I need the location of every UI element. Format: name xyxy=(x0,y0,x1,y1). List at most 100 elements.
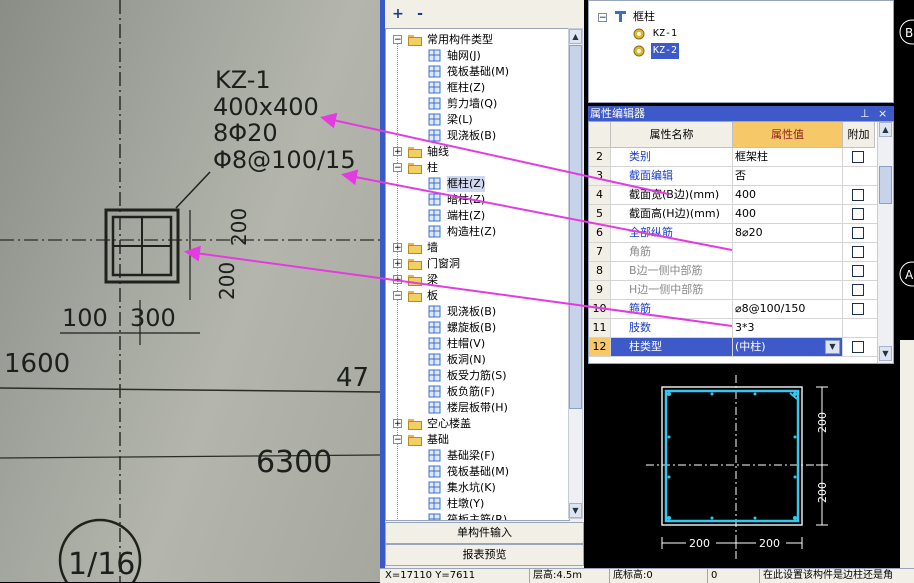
extra-checkbox[interactable] xyxy=(852,246,864,258)
grid-scroll-up-icon[interactable]: ▲ xyxy=(879,122,892,137)
expander-icon[interactable]: − xyxy=(393,35,402,45)
tree-item-label[interactable]: 梁 xyxy=(427,272,438,288)
extra-checkbox[interactable] xyxy=(852,265,864,277)
tree-item-label[interactable]: 框柱(Z) xyxy=(447,176,486,192)
property-row[interactable]: 12 柱类型 (中柱) ▼ xyxy=(589,338,877,357)
row-number: 2 xyxy=(589,148,611,166)
property-value[interactable] xyxy=(733,262,843,280)
expander-icon[interactable]: + xyxy=(393,147,402,157)
tree-item-label[interactable]: 梁(L) xyxy=(447,112,473,128)
tree-item-label[interactable]: 端柱(Z) xyxy=(447,208,485,224)
scroll-down-icon[interactable]: ▼ xyxy=(569,503,582,518)
tree-item-label[interactable]: 板 xyxy=(427,288,438,304)
tree-item-label[interactable]: 筏板基础(M) xyxy=(447,464,509,480)
extra-checkbox[interactable] xyxy=(852,284,864,296)
pin-icon[interactable]: ⊥ xyxy=(860,106,870,121)
property-value[interactable]: 否 xyxy=(733,167,843,185)
collapse-icon[interactable]: − xyxy=(598,13,607,23)
property-value[interactable] xyxy=(733,281,843,299)
photo-dim-200a: 200 xyxy=(227,208,251,246)
property-grid: 属性名称 属性值 附加 2 类别 框架柱 3 截面编辑否 4 截面宽(B边)(mm) 400 5… xyxy=(588,121,894,364)
extra-checkbox[interactable] xyxy=(852,151,864,163)
tree-item-label[interactable]: 基础 xyxy=(427,432,449,448)
tree-item-label[interactable]: 剪力墙(Q) xyxy=(447,96,497,112)
extra-checkbox[interactable] xyxy=(852,189,864,201)
tree-item-label[interactable]: 螺旋板(B) xyxy=(447,320,496,336)
report-preview-button[interactable]: 报表预览 xyxy=(385,544,584,566)
property-row[interactable]: 8 B边一侧中部筋 xyxy=(589,262,877,281)
expander-icon[interactable]: + xyxy=(393,419,402,429)
tree-item-label[interactable]: 构造柱(Z) xyxy=(447,224,496,240)
dropdown-arrow-icon[interactable]: ▼ xyxy=(825,340,840,354)
cad-canvas-edge[interactable]: B A xyxy=(894,0,914,568)
property-row[interactable]: 7 角筋 xyxy=(589,243,877,262)
tree-item-label[interactable]: 墙 xyxy=(427,240,438,256)
tree-item-label[interactable]: 筏板主筋(R) xyxy=(447,512,507,520)
extra-checkbox[interactable] xyxy=(852,341,864,353)
tree-scrollbar[interactable]: ▲ ▼ xyxy=(568,28,583,519)
property-value[interactable]: 框架柱 xyxy=(733,148,843,166)
property-row[interactable]: 5 截面高(H边)(mm) 400 xyxy=(589,205,877,224)
scroll-thumb[interactable] xyxy=(569,45,582,409)
close-icon[interactable]: × xyxy=(878,106,887,121)
expander-icon[interactable]: − xyxy=(393,163,402,173)
add-icon[interactable]: + xyxy=(389,5,407,23)
expander-icon[interactable]: − xyxy=(393,291,402,301)
extra-checkbox[interactable] xyxy=(852,208,864,220)
property-value[interactable]: 8⌀20 xyxy=(733,224,843,242)
expander-icon[interactable]: + xyxy=(393,275,402,285)
tree-item-label[interactable]: 常用构件类型 xyxy=(427,32,493,48)
property-value[interactable]: ⌀8@100/150 xyxy=(733,300,843,318)
property-name: 截面宽(B边)(mm) xyxy=(611,186,733,204)
column-icon xyxy=(428,177,441,190)
tree-item-label[interactable]: 柱帽(V) xyxy=(447,336,485,352)
property-value[interactable]: 3*3 xyxy=(733,319,843,337)
single-component-input-button[interactable]: 单构件输入 xyxy=(385,522,584,544)
pit-icon xyxy=(428,481,441,494)
expander-icon[interactable]: + xyxy=(393,259,402,269)
property-value[interactable]: 400 xyxy=(733,186,843,204)
tree-item-label[interactable]: 空心楼盖 xyxy=(427,416,471,432)
tree-item-label[interactable]: 暗柱(Z) xyxy=(447,192,485,208)
grid-scroll-thumb[interactable] xyxy=(879,166,892,204)
tree-item-label[interactable]: 现浇板(B) xyxy=(447,304,496,320)
tree-item-label[interactable]: 轴网(J) xyxy=(447,48,481,64)
tree-item-label[interactable]: 框柱(Z) xyxy=(447,80,485,96)
property-row[interactable]: 6 全部纵筋 8⌀20 xyxy=(589,224,877,243)
grid-scrollbar[interactable]: ▲ ▼ xyxy=(877,122,893,363)
tree-item-label[interactable]: 集水坑(K) xyxy=(447,480,496,496)
tree-item-label[interactable]: 现浇板(B) xyxy=(447,128,496,144)
remove-icon[interactable]: - xyxy=(411,5,429,23)
tree-item-label[interactable]: 板洞(N) xyxy=(447,352,486,368)
extra-checkbox[interactable] xyxy=(852,303,864,315)
grid-scroll-down-icon[interactable]: ▼ xyxy=(879,346,892,361)
property-row[interactable]: 3 截面编辑否 xyxy=(589,167,877,186)
tree-item-label[interactable]: 轴线 xyxy=(427,144,449,160)
tree-item-label[interactable]: 门窗洞 xyxy=(427,256,460,272)
property-row[interactable]: 11 肢数 3*3 xyxy=(589,319,877,338)
property-name: B边一侧中部筋 xyxy=(611,262,733,280)
expander-icon[interactable]: + xyxy=(393,243,402,253)
tree-item-label[interactable]: 基础梁(F) xyxy=(447,448,495,464)
property-name: 类别 xyxy=(611,148,733,166)
property-value[interactable] xyxy=(733,243,843,261)
gear-icon xyxy=(633,45,646,58)
extra-checkbox[interactable] xyxy=(852,227,864,239)
tree-item-label[interactable]: 筏板基础(M) xyxy=(447,64,509,80)
component-item[interactable]: KZ-2 xyxy=(651,43,680,59)
property-row[interactable]: 4 截面宽(B边)(mm) 400 xyxy=(589,186,877,205)
tree-item-label[interactable]: 柱墩(Y) xyxy=(447,496,484,512)
component-item[interactable]: KZ-1 xyxy=(651,26,679,42)
status-zero: 0 xyxy=(708,569,760,583)
tree-item-label[interactable]: 板负筋(F) xyxy=(447,384,495,400)
property-row[interactable]: 2 类别 框架柱 xyxy=(589,148,877,167)
property-row[interactable]: 10 箍筋 ⌀8@100/150 xyxy=(589,300,877,319)
expander-icon[interactable]: − xyxy=(393,435,402,445)
tree-item-label[interactable]: 柱 xyxy=(427,160,438,176)
tree-item-label[interactable]: 楼层板带(H) xyxy=(447,400,508,416)
component-root-label[interactable]: 框柱 xyxy=(633,9,655,25)
tree-item-label[interactable]: 板受力筋(S) xyxy=(447,368,507,384)
property-value[interactable]: 400 xyxy=(733,205,843,223)
property-row[interactable]: 9 H边一侧中部筋 xyxy=(589,281,877,300)
scroll-up-icon[interactable]: ▲ xyxy=(569,29,582,44)
